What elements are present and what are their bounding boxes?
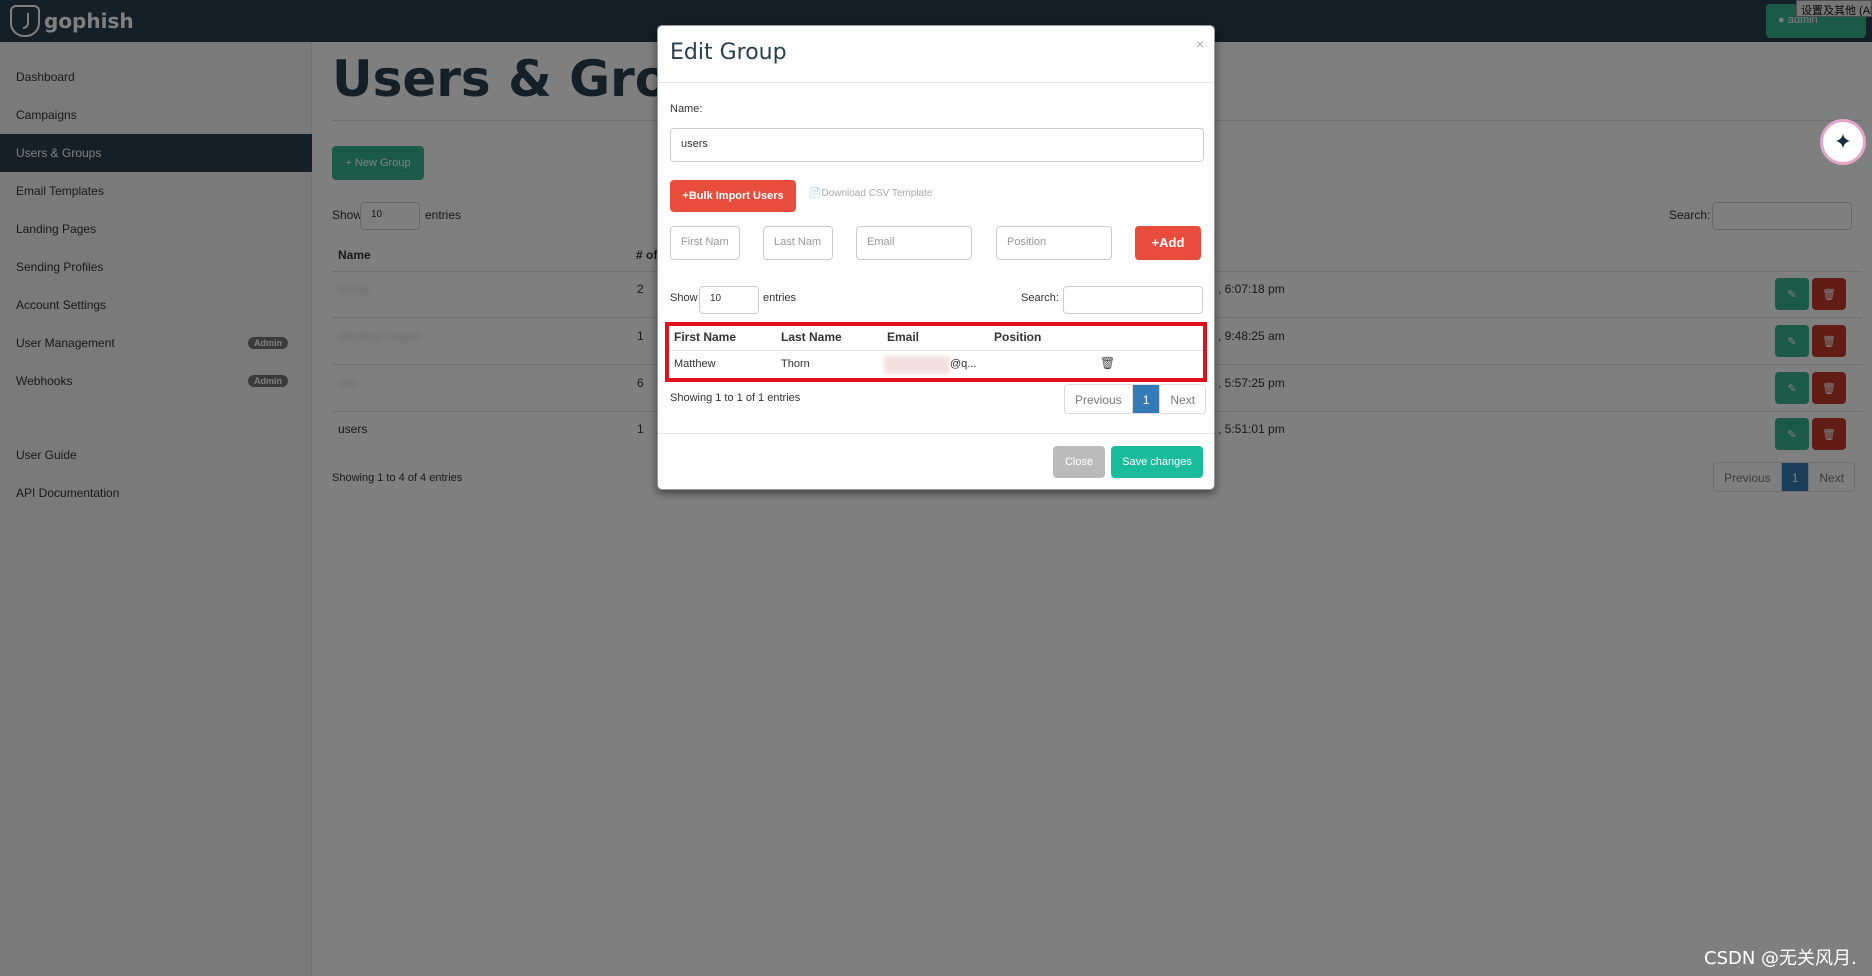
download-csv-link[interactable]: 📄Download CSV Template [809,188,932,199]
modal-pagination: Previous 1 Next [1064,384,1207,414]
page-length-select[interactable]: 10 [699,286,759,314]
name-label: Name: [670,103,703,115]
modal-title: Edit Group [670,40,787,65]
add-user-button[interactable]: +Add [1135,226,1201,260]
close-icon[interactable]: × [1196,36,1204,52]
modal-footer-divider [658,433,1214,434]
table-info: Showing 1 to 1 of 1 entries [670,392,801,404]
download-csv-label: Download CSV Template [821,188,933,199]
email-input[interactable]: Email [856,226,972,260]
close-button[interactable]: Close [1053,446,1105,478]
position-input[interactable]: Position [996,226,1112,260]
entries-label: entries [763,292,797,304]
group-name-input[interactable]: users [670,128,1204,162]
bulk-import-label: Bulk Import Users [688,190,784,202]
bulk-import-button[interactable]: +Bulk Import Users [670,180,796,212]
modal-header-divider [658,82,1214,83]
last-name-input[interactable]: Last Nam [763,226,833,260]
next-page-button[interactable]: Next [1160,385,1205,413]
floating-assistant-icon[interactable]: ✦ [1820,119,1866,165]
edit-group-modal: Edit Group × Name: users +Bulk Import Us… [657,25,1215,490]
previous-page-button[interactable]: Previous [1065,385,1133,413]
file-icon: 📄 [809,188,822,199]
watermark: CSDN @无关风月. [1704,948,1857,969]
first-name-input[interactable]: First Nam [670,226,740,260]
page-1-button[interactable]: 1 [1132,385,1161,413]
modal-search-input[interactable] [1063,286,1203,314]
save-changes-button[interactable]: Save changes [1111,446,1203,478]
add-user-label: Add [1159,235,1185,250]
search-label: Search: [1021,292,1059,304]
show-label: Show [670,292,698,304]
highlight-box [665,322,1207,382]
